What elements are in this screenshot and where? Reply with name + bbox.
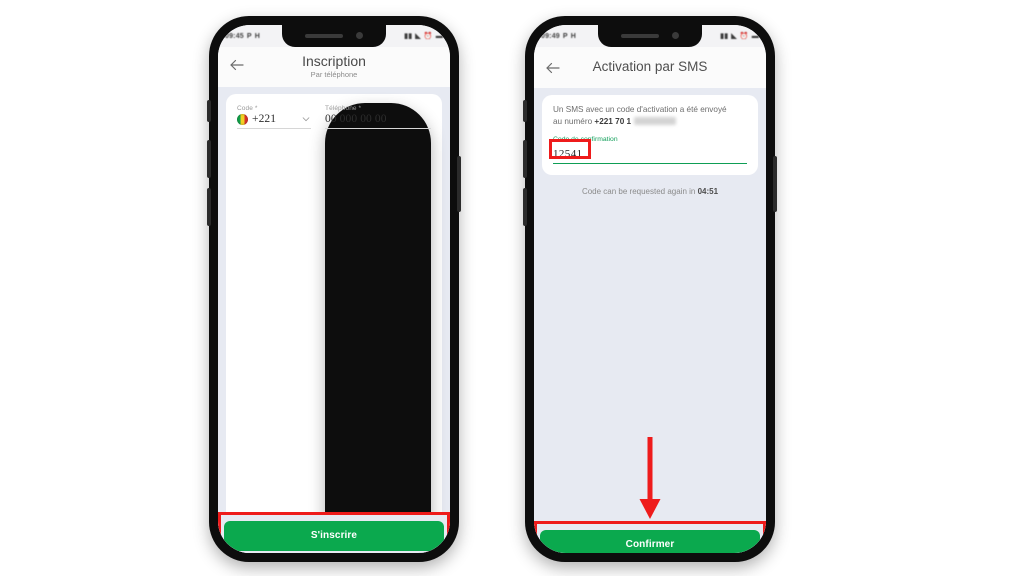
back-arrow-icon[interactable] (228, 56, 246, 74)
status-bar-left: 09:45 P H (225, 33, 260, 40)
notch (598, 25, 702, 47)
header-title-group: Inscription Par téléphone (228, 53, 440, 79)
status-time: 09:49 (541, 32, 560, 40)
notch (282, 25, 386, 47)
volume-down-button[interactable] (207, 188, 211, 226)
sms-message-line1: Un SMS avec un code d'activation a été e… (553, 105, 727, 114)
registration-body: Code * +221 Téléphone * 00 000 00 00 S'i… (218, 94, 450, 553)
alarm-icon: ⏰ (423, 33, 433, 40)
redacted-phone-digits (634, 117, 677, 125)
wifi-icon: ◣ (415, 33, 421, 40)
signup-button-highlight: S'inscrire (218, 512, 450, 553)
alarm-icon: ⏰ (739, 33, 749, 40)
sms-message: Un SMS avec un code d'activation a été e… (553, 104, 747, 128)
screen-sms-activation: 09:49 P H ▮▮ ◣ ⏰ ▬ Activation par SMS Un… (534, 25, 766, 553)
signup-button[interactable]: S'inscrire (224, 520, 444, 551)
confirm-button[interactable]: Confirmer (540, 529, 760, 553)
confirmation-code-label: Code de confirmation (553, 136, 618, 143)
earpiece-speaker (305, 33, 343, 38)
page-title: Activation par SMS (592, 58, 708, 74)
battery-icon: ▬ (751, 32, 759, 40)
country-code-value: +221 (252, 113, 277, 125)
battery-icon: ▬ (435, 32, 443, 40)
mute-switch[interactable] (207, 100, 211, 122)
hd-icon: H (254, 32, 261, 40)
country-code-label: Code * (237, 105, 258, 112)
registration-form-card: Code * +221 Téléphone * 00 000 00 00 (226, 94, 442, 553)
resend-timer: Code can be requested again in 04:51 (534, 187, 766, 196)
sms-body: Un SMS avec un code d'activation a été e… (534, 95, 766, 553)
senegal-flag-icon (237, 113, 248, 125)
hd-icon: H (570, 32, 577, 40)
confirmation-code-field[interactable]: Code de confirmation 12541 (549, 136, 747, 164)
p-icon: P (246, 32, 252, 40)
volume-up-button[interactable] (207, 140, 211, 178)
phone-number-label: Téléphone * (325, 105, 362, 112)
status-bar-left: 09:49 P H (541, 33, 576, 40)
status-bar-right: ▮▮ ◣ ⏰ ▬ (720, 32, 759, 41)
status-bar: 09:49 P H ▮▮ ◣ ⏰ ▬ (534, 25, 766, 47)
code-phone-row: Code * +221 Téléphone * 00 000 00 00 (237, 103, 431, 553)
volume-up-button[interactable] (523, 140, 527, 178)
confirm-button-highlight: Confirmer (534, 521, 766, 553)
back-arrow-icon[interactable] (544, 59, 562, 77)
sms-phone-number: +221 70 1 (594, 117, 632, 126)
p-icon: P (562, 32, 568, 40)
phone-number-value: 00 000 00 00 (325, 113, 387, 125)
resend-timer-value: 04:51 (697, 187, 719, 196)
sms-card: Un SMS avec un code d'activation a été e… (542, 95, 758, 175)
page-subtitle: Par téléphone (310, 70, 358, 79)
signal-icon: ▮▮ (404, 33, 413, 40)
screen-registration: 09:45 P H ▮▮ ◣ ⏰ ▬ Inscription Par télép… (218, 25, 450, 553)
earpiece-speaker (621, 33, 659, 38)
signal-icon: ▮▮ (720, 33, 729, 40)
header-title-group: Activation par SMS (544, 59, 756, 75)
front-camera (356, 32, 363, 39)
phone-sms-activation: 09:49 P H ▮▮ ◣ ⏰ ▬ Activation par SMS Un… (523, 16, 777, 562)
power-button[interactable] (773, 156, 777, 212)
power-button[interactable] (457, 156, 461, 212)
front-camera (672, 32, 679, 39)
country-code-field[interactable]: Code * +221 (237, 103, 311, 553)
chevron-down-icon[interactable] (301, 114, 311, 124)
status-bar: 09:45 P H ▮▮ ◣ ⏰ ▬ (218, 25, 450, 47)
sms-message-line2-prefix: au numéro (553, 117, 595, 126)
resend-timer-prefix: Code can be requested again in (581, 187, 698, 196)
screenshot-canvas: 09:45 P H ▮▮ ◣ ⏰ ▬ Inscription Par télép… (0, 0, 1024, 576)
app-header: Activation par SMS (534, 47, 766, 88)
page-title: Inscription (302, 53, 366, 69)
confirmation-code-value: 12541 (553, 148, 583, 160)
phone-number-field[interactable]: Téléphone * 00 000 00 00 (325, 103, 431, 553)
status-time: 09:45 (225, 32, 244, 40)
wifi-icon: ◣ (731, 33, 737, 40)
volume-down-button[interactable] (523, 188, 527, 226)
down-arrow-annotation (637, 437, 663, 521)
status-bar-right: ▮▮ ◣ ⏰ ▬ (404, 32, 443, 41)
app-header: Inscription Par téléphone (218, 47, 450, 87)
mute-switch[interactable] (523, 100, 527, 122)
phone-registration: 09:45 P H ▮▮ ◣ ⏰ ▬ Inscription Par télép… (207, 16, 461, 562)
